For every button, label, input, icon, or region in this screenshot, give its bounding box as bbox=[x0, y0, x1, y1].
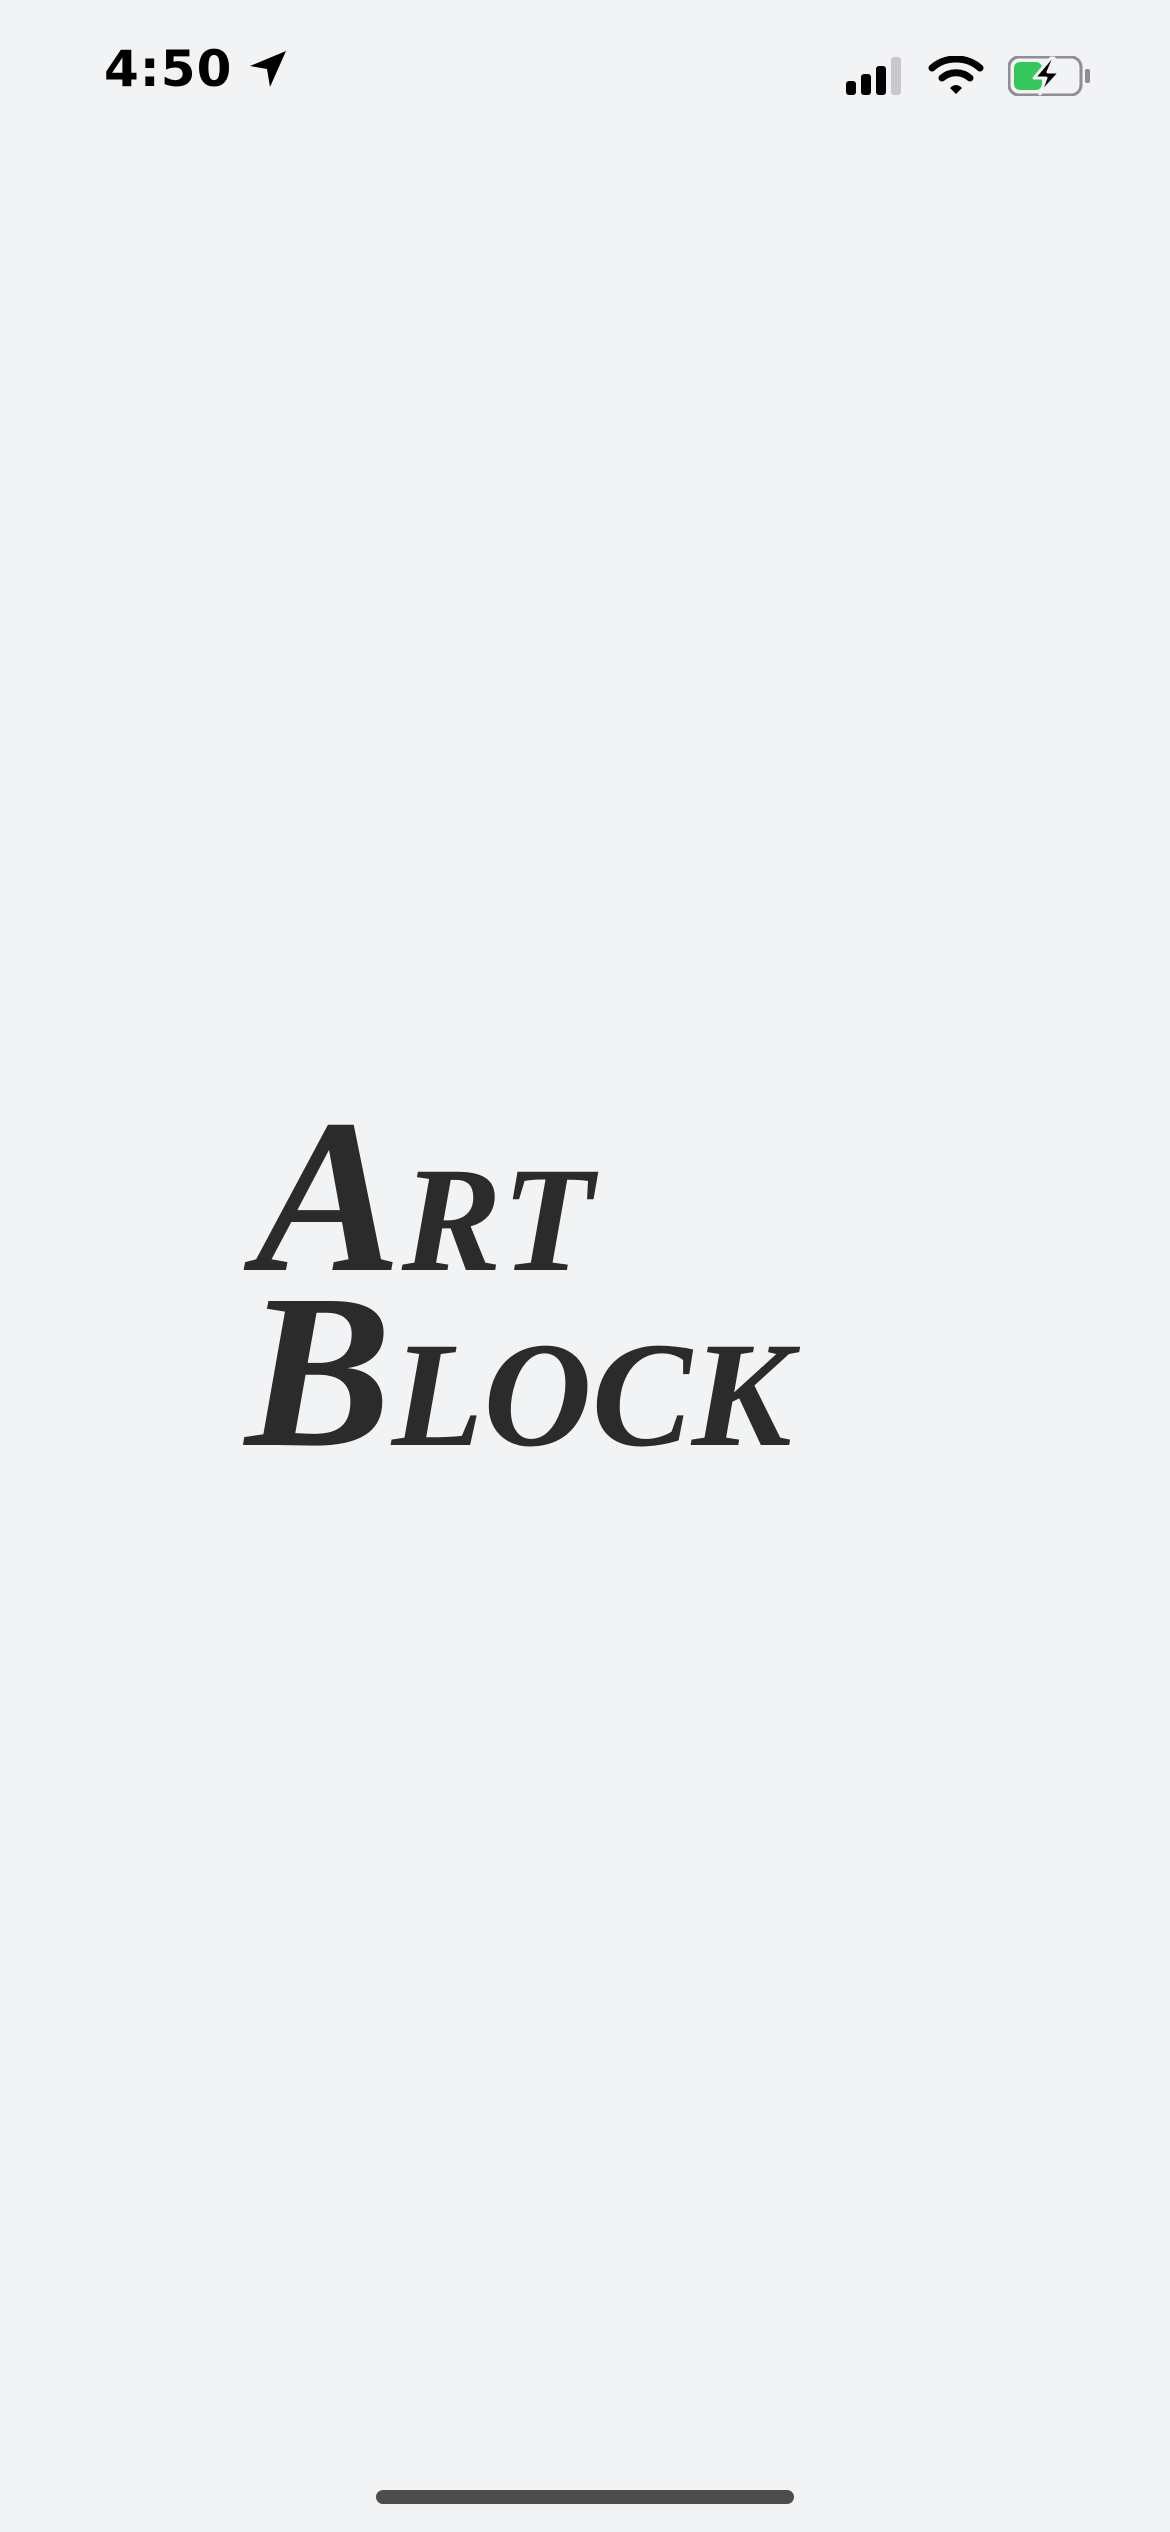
wifi-icon bbox=[928, 55, 984, 101]
status-left: 4:50 bbox=[104, 44, 290, 94]
logo-line-2-rest: LOCK bbox=[390, 1312, 801, 1475]
home-indicator[interactable] bbox=[376, 2490, 794, 2504]
battery-charging-icon bbox=[1007, 55, 1090, 101]
status-right bbox=[846, 55, 1090, 101]
location-arrow-icon bbox=[246, 47, 290, 91]
app-logo: ART BLOCK bbox=[0, 1075, 1170, 1475]
logo-line-1-rest: RT bbox=[401, 1137, 599, 1303]
cellular-signal-icon bbox=[846, 57, 904, 100]
status-time: 4:50 bbox=[104, 40, 233, 98]
logo-line-2-initial: B bbox=[242, 1249, 392, 1475]
status-bar: 4:50 bbox=[0, 0, 1170, 150]
